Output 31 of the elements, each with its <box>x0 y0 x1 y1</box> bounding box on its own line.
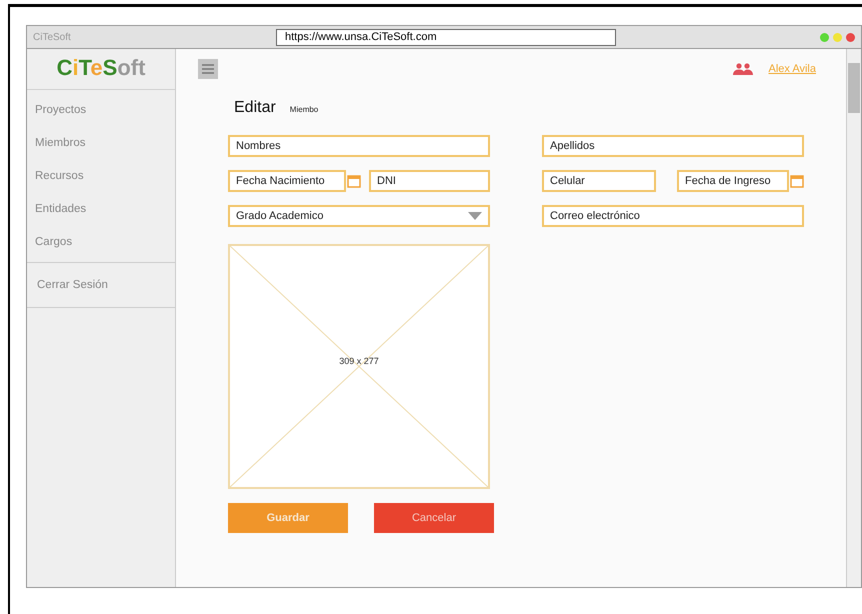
menu-icon[interactable] <box>198 59 218 79</box>
date-field[interactable]: Fecha Nacimiento <box>228 170 346 192</box>
sidebar-item[interactable]: Proyectos <box>35 104 86 116</box>
save-button[interactable]: Guardar <box>228 503 348 533</box>
sidebar-item[interactable]: Cargos <box>35 236 72 248</box>
close-button[interactable] <box>846 32 855 42</box>
input-field[interactable]: DNI <box>369 170 490 192</box>
date-field[interactable]: Fecha de Ingreso <box>677 170 789 192</box>
scrollbar[interactable] <box>846 49 861 587</box>
calendar-icon[interactable] <box>347 174 361 188</box>
caret-icon <box>468 212 482 220</box>
maximize-button[interactable] <box>820 32 829 42</box>
logo: CiTeSoft <box>27 49 175 90</box>
image-size-label: 309 x 277 <box>339 356 379 366</box>
window-title: CiTeSoft <box>33 32 72 42</box>
input-field[interactable]: Apellidos <box>542 135 804 157</box>
calendar-icon[interactable] <box>790 174 804 188</box>
users-icon <box>732 63 752 75</box>
address-bar[interactable]: https://www.unsa.CiTeSoft.com <box>276 28 616 46</box>
sidebar-item[interactable]: Recursos <box>35 170 84 182</box>
input-field[interactable]: Nombres <box>228 135 490 157</box>
input-field[interactable]: Correo electrónico <box>542 205 804 227</box>
input-field[interactable]: Celular <box>542 170 656 192</box>
cancel-button[interactable]: Cancelar <box>374 503 494 533</box>
page-subtitle: Miembo <box>290 105 318 114</box>
page-title: Editar <box>234 99 276 117</box>
dropdown[interactable]: Grado Academico <box>228 205 490 227</box>
logout-link[interactable]: Cerrar Sesión <box>37 279 108 291</box>
user-link[interactable]: Alex Avila <box>768 63 816 75</box>
sidebar-item[interactable]: Entidades <box>35 203 86 215</box>
sidebar-item[interactable]: Miembros <box>35 137 86 149</box>
